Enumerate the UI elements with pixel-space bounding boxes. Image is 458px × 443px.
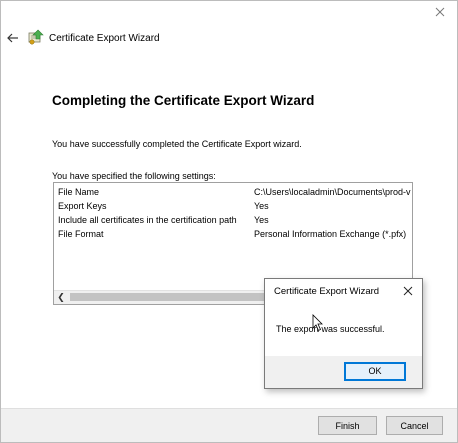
setting-value: C:\Users\localadmin\Documents\prod-v (254, 187, 411, 197)
message-box-footer: OK (265, 356, 422, 388)
setting-value: Personal Information Exchange (*.pfx) (254, 229, 407, 239)
settings-row-export-keys: Export Keys Yes (58, 201, 412, 214)
settings-label: You have specified the following setting… (52, 171, 216, 181)
settings-row-file-format: File Format Personal Information Exchang… (58, 229, 412, 242)
setting-key: Include all certificates in the certific… (58, 215, 237, 225)
cancel-button[interactable]: Cancel (386, 416, 443, 435)
message-box-text: The export was successful. (276, 324, 385, 334)
setting-value: Yes (254, 215, 269, 225)
back-arrow-icon[interactable] (6, 31, 20, 45)
setting-key: File Name (58, 187, 100, 197)
close-icon[interactable] (433, 5, 447, 19)
finish-button-label: Finish (335, 421, 360, 431)
certificate-icon (28, 29, 44, 45)
settings-row-file-name: File Name C:\Users\localadmin\Documents\… (58, 187, 412, 200)
close-icon[interactable] (402, 285, 414, 297)
page-heading: Completing the Certificate Export Wizard (52, 93, 315, 108)
cancel-button-label: Cancel (400, 421, 429, 431)
setting-value: Yes (254, 201, 269, 211)
finish-button[interactable]: Finish (318, 416, 377, 435)
settings-row-include-certs: Include all certificates in the certific… (58, 215, 412, 228)
wizard-window: Certificate Export Wizard Completing the… (0, 0, 458, 443)
success-message: You have successfully completed the Cert… (52, 139, 302, 149)
ok-button-label: OK (368, 366, 382, 376)
scroll-left-icon[interactable]: ❮ (56, 292, 66, 302)
setting-key: Export Keys (58, 201, 107, 211)
message-box: Certificate Export Wizard The export was… (264, 278, 423, 389)
window-title: Certificate Export Wizard (49, 33, 160, 44)
message-box-title: Certificate Export Wizard (274, 286, 380, 297)
mouse-cursor-icon (312, 314, 323, 332)
wizard-footer: Finish Cancel (1, 408, 457, 442)
ok-button[interactable]: OK (344, 362, 406, 381)
setting-key: File Format (58, 229, 104, 239)
scrollbar-thumb[interactable] (70, 293, 266, 301)
